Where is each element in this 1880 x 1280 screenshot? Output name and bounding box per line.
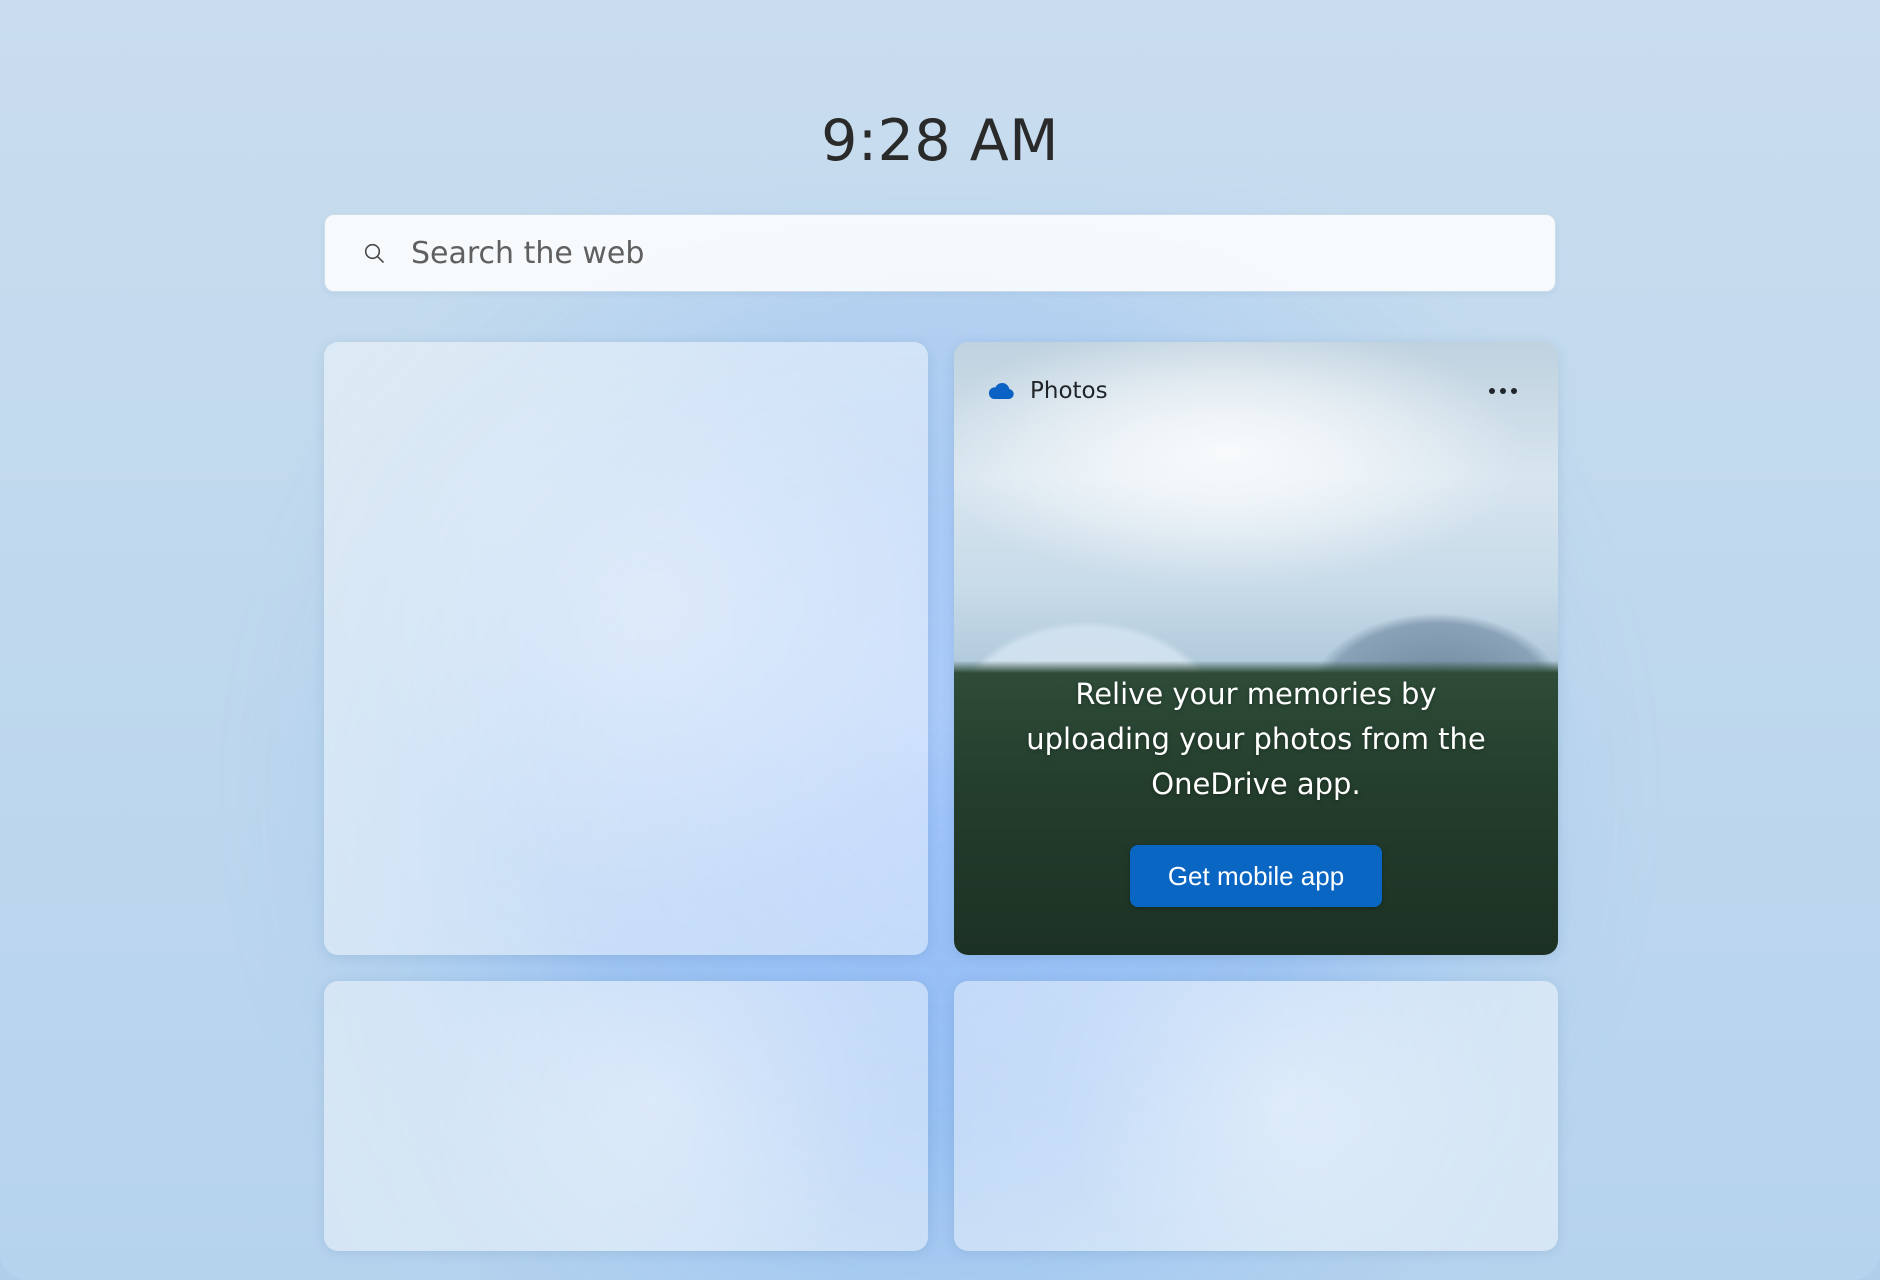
search-input[interactable]: Search the web — [324, 214, 1556, 292]
widget-placeholder[interactable] — [324, 981, 928, 1251]
more-icon — [1489, 388, 1517, 394]
search-icon — [361, 240, 387, 266]
photos-widget-more-button[interactable] — [1482, 370, 1524, 412]
photos-widget[interactable]: Photos Relive your memories by uploading… — [954, 342, 1558, 955]
search-container: Search the web — [324, 214, 1556, 292]
widget-placeholder[interactable] — [954, 981, 1558, 1251]
get-mobile-app-button[interactable]: Get mobile app — [1130, 845, 1382, 907]
widget-placeholder[interactable] — [324, 342, 928, 955]
photos-widget-title: Photos — [1030, 378, 1108, 404]
widgets-grid: Photos Relive your memories by uploading… — [324, 342, 1556, 1280]
photos-widget-message: Relive your memories by uploading your p… — [1010, 672, 1502, 807]
search-placeholder: Search the web — [411, 236, 644, 271]
onedrive-icon — [988, 381, 1016, 401]
clock-time: 9:28 AM — [324, 108, 1556, 174]
